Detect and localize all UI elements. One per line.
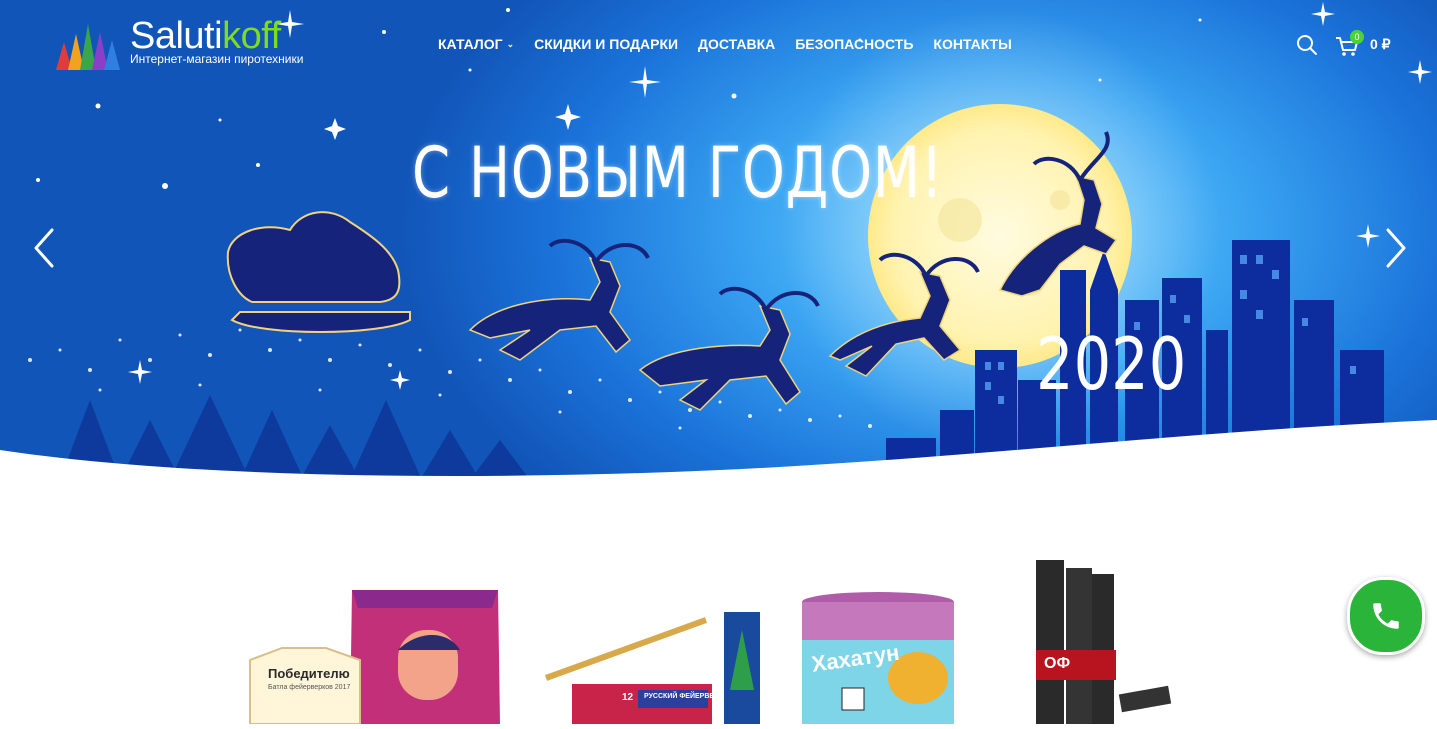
slider-next-button[interactable]: [1380, 226, 1410, 270]
logo-tagline: Интернет-магазин пиротехники: [130, 52, 304, 66]
callback-phone-button[interactable]: [1347, 577, 1425, 655]
sleigh: [226, 211, 411, 333]
nav-item-label: КОНТАКТЫ: [933, 36, 1012, 52]
logo-name-main: Saluti: [130, 15, 223, 57]
product-image: [1036, 560, 1172, 724]
cart-total: 0 ₽: [1370, 36, 1391, 52]
nav-item-safety[interactable]: БЕЗОПАСНОСТЬ: [785, 34, 923, 54]
logo-link[interactable]: Salutikoff Интернет-магазин пиротехники: [52, 14, 312, 74]
nav-item-delivery[interactable]: ДОСТАВКА: [688, 34, 785, 54]
hero-headline: С НОВЫМ ГОДОМ!: [412, 132, 944, 214]
product-label: РУССКИЙ ФЕЙЕРВЕРК: [644, 693, 723, 700]
nav-item-discounts[interactable]: СКИДКИ И ПОДАРКИ: [524, 34, 688, 54]
product-sublabel: Батла фейерверков 2017: [268, 684, 351, 691]
logo-name-accent: koff: [222, 15, 281, 57]
search-button[interactable]: [1294, 32, 1320, 58]
chevron-down-icon: ⌄: [506, 39, 515, 49]
product-image: [249, 590, 500, 725]
product-image: [544, 612, 760, 724]
product-label: Победителю: [268, 666, 350, 681]
fireworks-logo-icon: [56, 24, 120, 70]
chevron-right-icon: [1386, 228, 1406, 268]
product-card[interactable]: РУССКИЙ ФЕЙЕРВЕРК 12: [542, 610, 762, 724]
nav-item-label: КАТАЛОГ: [438, 36, 503, 52]
product-card[interactable]: Хахатун: [800, 592, 958, 724]
hero-year: 2020: [1036, 322, 1187, 406]
site-header: Salutikoff Интернет-магазин пиротехники …: [0, 0, 1437, 90]
cart-button[interactable]: 0 0 ₽: [1334, 30, 1394, 60]
product-count: 12: [622, 692, 634, 703]
nav-item-contacts[interactable]: КОНТАКТЫ: [923, 34, 1021, 54]
chevron-left-icon: [34, 228, 54, 268]
nav-item-label: БЕЗОПАСНОСТЬ: [795, 36, 914, 52]
product-label: ОФ: [1044, 655, 1071, 672]
cart-count-badge: 0: [1350, 30, 1364, 44]
product-card[interactable]: Победителю Батла фейерверков 2017: [248, 590, 504, 725]
product-showcase: Победителю Батла фейерверков 2017 РУССКИ…: [0, 480, 1437, 725]
main-nav: КАТАЛОГ ⌄ СКИДКИ И ПОДАРКИ ДОСТАВКА БЕЗО…: [428, 34, 1022, 54]
slider-prev-button[interactable]: [30, 226, 60, 270]
phone-icon: [1373, 603, 1399, 629]
nav-item-label: СКИДКИ И ПОДАРКИ: [534, 36, 679, 52]
nav-item-catalog[interactable]: КАТАЛОГ ⌄: [428, 34, 524, 54]
nav-item-label: ДОСТАВКА: [698, 36, 776, 52]
product-card[interactable]: ОФ: [1030, 560, 1174, 724]
search-icon: [1297, 35, 1317, 55]
